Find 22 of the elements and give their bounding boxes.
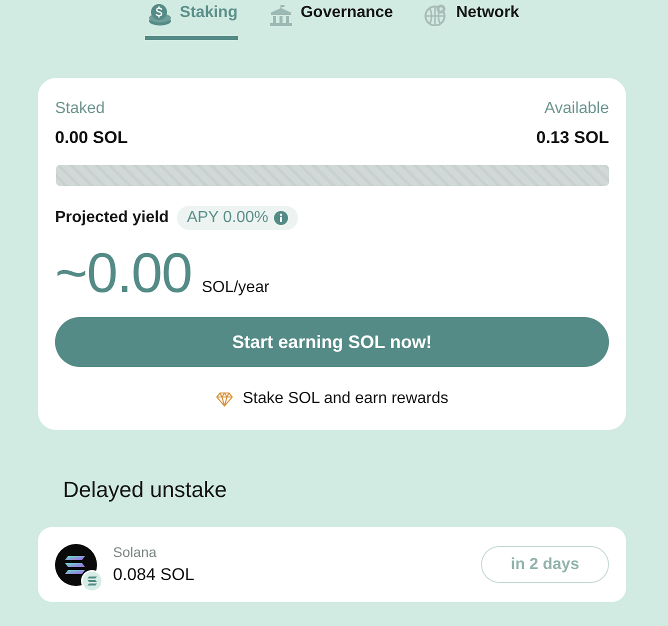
nav-tab[interactable]: Staking <box>144 0 238 40</box>
globe-pin-icon <box>424 4 448 26</box>
available-label: Available <box>544 99 609 119</box>
available-value: 0.13 SOL <box>536 128 609 148</box>
token-name: Solana <box>113 544 157 560</box>
stake-info-text: Stake SOL and earn rewards <box>242 390 448 408</box>
bank-building-icon <box>268 4 293 26</box>
start-earning-button[interactable]: Start earning SOL now! <box>55 317 609 367</box>
info-icon[interactable] <box>274 211 288 225</box>
section-heading: Delayed unstake <box>63 476 228 504</box>
nav-tab[interactable]: Network <box>421 0 520 40</box>
projected-yield-label: Projected yield <box>55 209 169 227</box>
staked-value: 0.00 SOL <box>55 128 128 148</box>
network-badge-icon <box>81 570 103 592</box>
unstake-amount: 0.084 SOL <box>113 565 194 585</box>
staked-label: Staked <box>55 99 105 119</box>
yield-amount: ~0.00 <box>55 242 192 304</box>
coin-stack-icon <box>148 4 172 26</box>
apy-text: APY 0.00% <box>186 209 268 227</box>
nav-tab[interactable]: Governance <box>266 0 394 40</box>
diamond-icon <box>216 392 233 406</box>
yield-unit: SOL/year <box>202 279 270 297</box>
